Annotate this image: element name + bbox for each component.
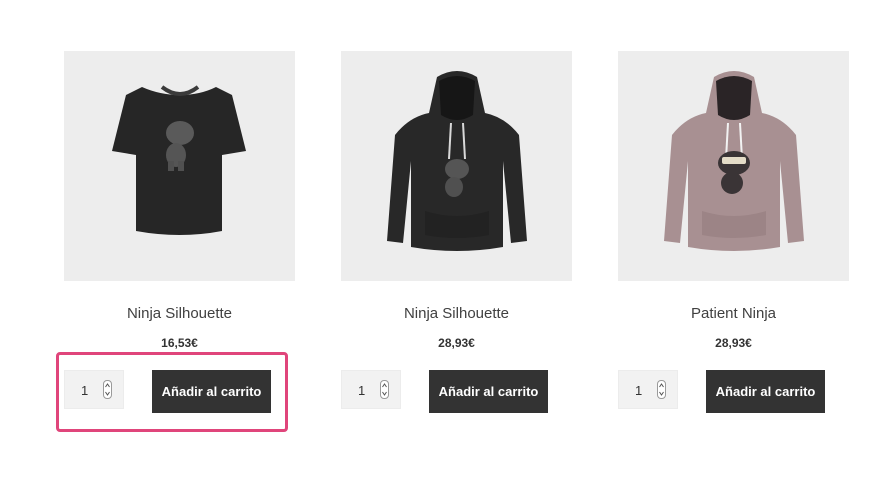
product-price: 28,93€	[715, 336, 752, 350]
product-price: 16,53€	[161, 336, 198, 350]
product-image-link[interactable]	[64, 51, 295, 281]
product-title[interactable]: Patient Ninja	[618, 305, 849, 322]
product-card: Patient Ninja 28,93€ 1 Añadir al carrito	[618, 51, 849, 413]
product-card: Ninja Silhouette 16,53€ 1 Añadir al carr…	[64, 51, 295, 413]
hoodie-image	[664, 71, 804, 251]
add-to-cart-row: 1 Añadir al carrito	[341, 370, 572, 414]
highlight-annotation-box	[56, 352, 288, 432]
product-image-link[interactable]	[618, 51, 849, 281]
product-title[interactable]: Ninja Silhouette	[341, 305, 572, 322]
hoodie-image	[387, 71, 527, 251]
quantity-input[interactable]: 1	[341, 370, 401, 409]
add-to-cart-button[interactable]: Añadir al carrito	[429, 370, 548, 413]
product-title[interactable]: Ninja Silhouette	[64, 305, 295, 322]
tshirt-image	[112, 85, 246, 235]
chevron-down-icon[interactable]	[382, 391, 387, 396]
quantity-input[interactable]: 1	[618, 370, 678, 409]
chevron-up-icon[interactable]	[659, 383, 664, 388]
chevron-up-icon[interactable]	[382, 383, 387, 388]
chevron-down-icon[interactable]	[659, 391, 664, 396]
product-price: 28,93€	[438, 336, 475, 350]
add-to-cart-row: 1 Añadir al carrito	[618, 370, 849, 414]
add-to-cart-button[interactable]: Añadir al carrito	[706, 370, 825, 413]
quantity-spinner[interactable]	[380, 380, 389, 399]
product-image-link[interactable]	[341, 51, 572, 281]
product-card: Ninja Silhouette 28,93€ 1 Añadir al carr…	[341, 51, 572, 413]
quantity-value: 1	[358, 383, 366, 398]
quantity-value: 1	[635, 383, 643, 398]
quantity-spinner[interactable]	[657, 380, 666, 399]
